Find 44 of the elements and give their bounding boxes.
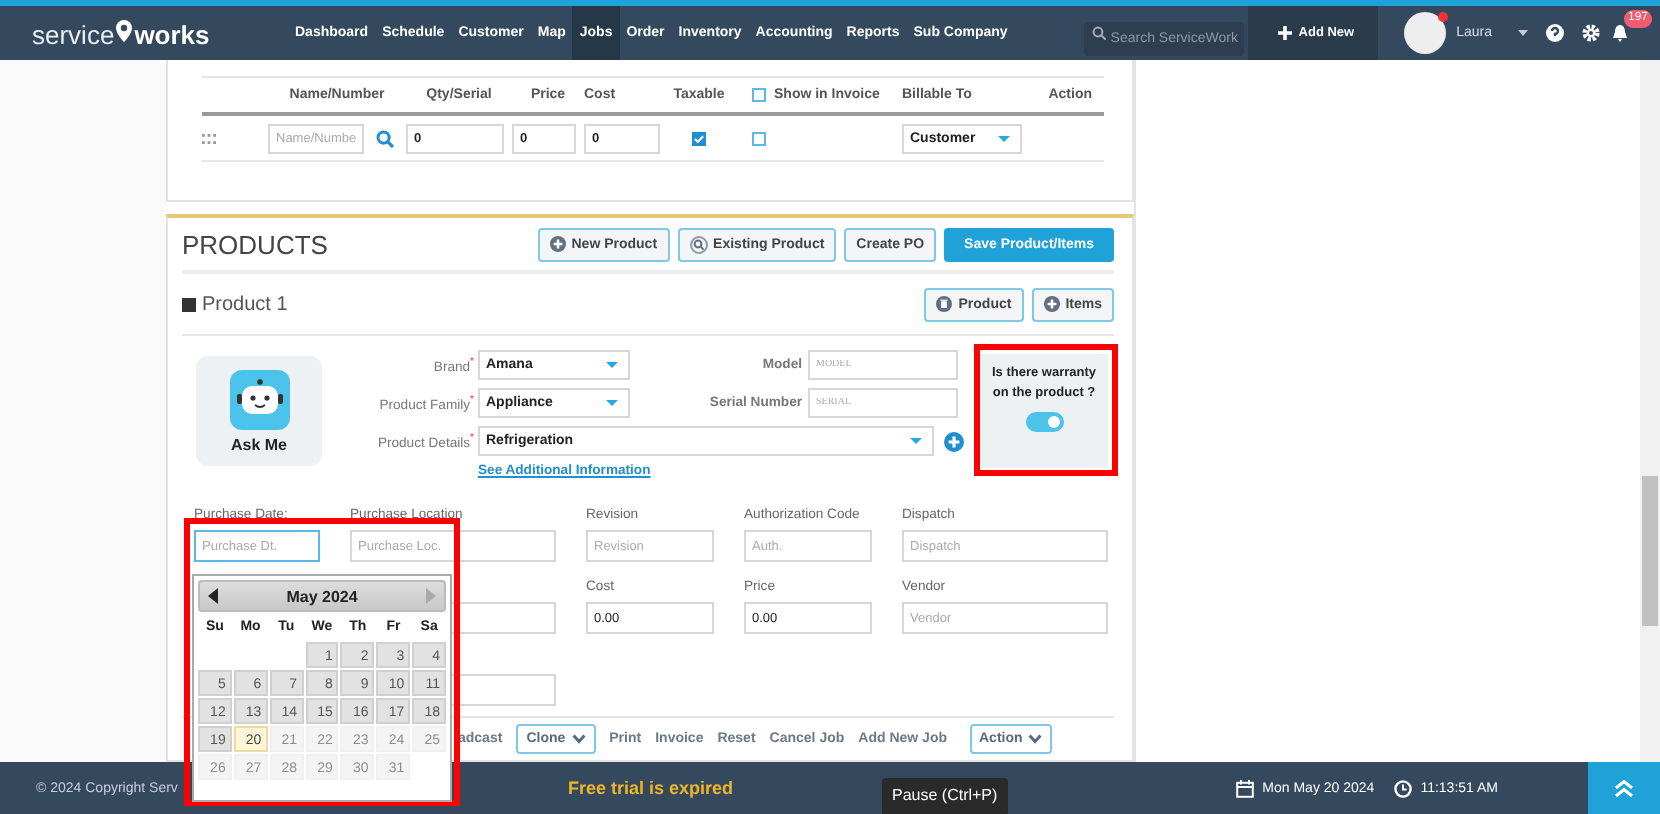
toggle-switch[interactable] — [1025, 412, 1063, 432]
avatar[interactable] — [1404, 12, 1447, 54]
previous-arrow-icon — [208, 588, 218, 604]
chat-bot-card[interactable]: Ask Me — [196, 356, 322, 466]
scroll-top-button[interactable] — [1588, 762, 1660, 814]
tooltip: Pause (Ctrl+P) — [882, 778, 1008, 814]
location-pin-icon — [116, 19, 133, 41]
caret-icon — [998, 135, 1010, 141]
add-circle-icon — [944, 431, 964, 451]
calendar-icon — [1236, 779, 1255, 797]
search-icon — [376, 129, 394, 147]
checkmark-icon — [694, 133, 704, 143]
app-logo[interactable]: service works — [32, 19, 264, 47]
caret-icon — [606, 400, 618, 406]
product-title: Product 1 — [202, 293, 290, 315]
chevron-down-icon — [1028, 734, 1043, 744]
checkbox[interactable] — [752, 131, 766, 145]
caret-icon — [910, 438, 922, 444]
status-dot — [1438, 12, 1449, 22]
collapse-icon[interactable] — [182, 297, 196, 311]
checkbox[interactable] — [692, 131, 706, 145]
trial-notice: Free trial is expired — [568, 778, 734, 798]
help-icon — [1546, 24, 1564, 42]
scrollbar[interactable] — [1640, 60, 1660, 762]
search-icon — [1092, 26, 1107, 40]
trash-icon — [936, 296, 953, 312]
plus-icon — [549, 236, 566, 252]
clock-icon — [1394, 779, 1413, 797]
checkbox[interactable] — [752, 88, 766, 102]
drag-handle-icon — [202, 133, 216, 143]
settings-icon — [1582, 24, 1600, 42]
month-title: May 2024 — [286, 587, 358, 605]
chevron-down-icon — [571, 734, 586, 744]
robot-icon — [229, 369, 289, 429]
next-arrow-icon — [426, 588, 436, 604]
scrollbar-thumb[interactable] — [1642, 476, 1658, 626]
plus-icon — [1043, 296, 1060, 312]
double-chevron-up-icon — [1614, 779, 1634, 797]
section-title: PRODUCTS — [182, 229, 328, 259]
plus-icon — [1278, 26, 1293, 40]
caret-icon — [1518, 30, 1528, 36]
caret-icon — [606, 362, 618, 368]
bell-icon — [1612, 24, 1628, 42]
search-icon — [689, 235, 708, 253]
